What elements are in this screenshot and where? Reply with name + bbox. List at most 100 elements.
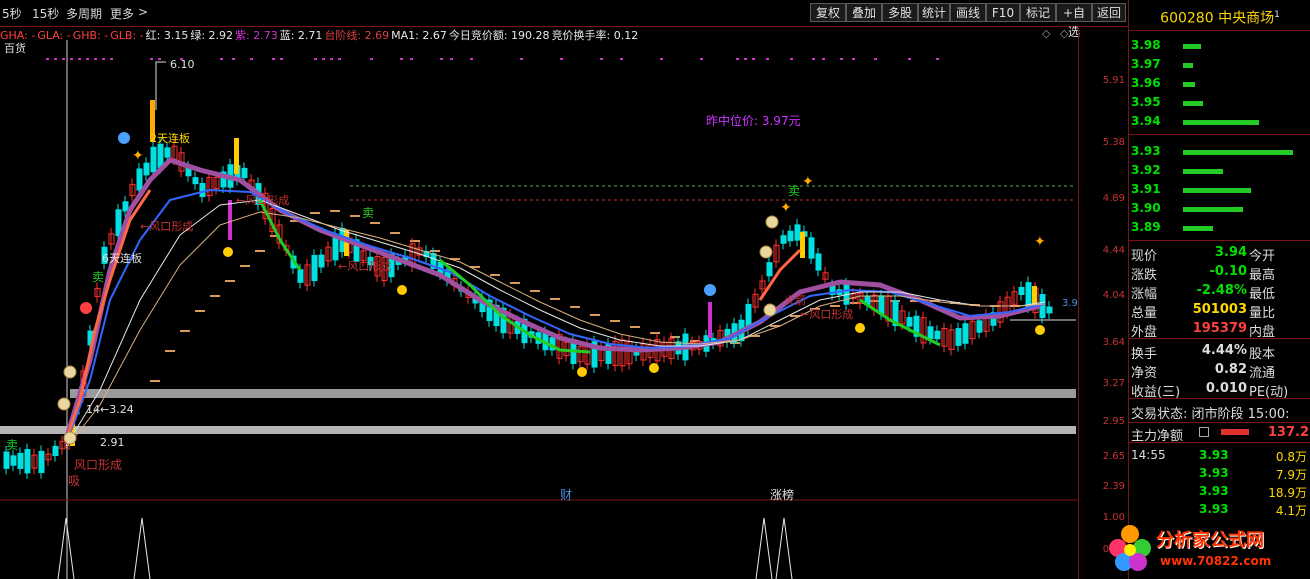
signal-dot [400,58,403,60]
signal-dot [700,58,703,60]
step-line-segment [610,320,620,322]
candle-body [10,455,17,466]
quote-info-label: 收益(三) [1131,385,1181,400]
signal-dot [62,58,65,60]
signal-dot [94,58,97,60]
candle-body [192,177,199,185]
quote-info-label: 涨跌 [1131,268,1158,283]
signal-dot [78,58,81,60]
candle-body [1018,286,1025,296]
step-line-segment [180,330,190,332]
signal-dot [736,58,739,60]
back-button[interactable]: 返回 [1092,3,1126,22]
orderbook-volume-bar [1183,44,1201,49]
step-line-segment [210,295,220,297]
step-line-segment [430,250,440,252]
candle-body [927,326,934,340]
orderbook-price: 3.95 [1131,95,1161,109]
runner-icon: ✦ [1034,234,1046,250]
sell-label-1: 卖 [6,438,19,452]
orderbook-volume-bar [1183,207,1243,212]
signal-dot [852,58,855,60]
signal-dot [812,58,815,60]
candle-body [311,254,318,282]
buy-point-icon [649,363,659,373]
candle-body [297,269,304,283]
orderbook-price: 3.94 [1131,114,1161,128]
wind-label-1: ←风口形成 [140,220,194,233]
signal-dot [314,58,317,60]
runner-icon: ✦ [802,174,814,190]
quote-info-value: 0.82 [1214,362,1247,377]
candle-body [157,143,164,169]
quote-info-label: 净资 [1131,366,1158,381]
signal-dot [840,58,843,60]
wind-label-3: ←风口形成 [338,260,392,273]
signal-dot [370,58,373,60]
candle-body [808,237,815,259]
price-axis-label: 2.95 [1102,416,1125,427]
price-axis-label: 4.89 [1102,193,1125,204]
step-line-segment [255,250,265,252]
support-band-upper [70,389,1076,398]
list-icon[interactable] [1199,427,1209,437]
step-line-segment [590,314,600,316]
money-bag-icon [765,215,779,229]
candle-body [1039,293,1046,319]
tick-price: 3.93 [1199,484,1229,498]
finance-marker[interactable]: 财 [560,486,572,503]
signal-dot [54,58,57,60]
quote-info-label-right: 内盘 [1249,325,1276,340]
money-bag-icon [57,397,71,411]
candle-body [1046,306,1053,314]
candle-body [24,449,31,474]
price-axis-label: 5.91 [1102,75,1125,86]
tick-volume: 7.9万 [1275,468,1307,482]
buy-point-icon [1035,325,1045,335]
main-flow-label[interactable]: 主力净额 [1131,425,1183,444]
signal-dot [110,58,113,60]
quote-info-value: -0.10 [1209,264,1247,279]
buy-point-icon [397,285,407,295]
prev-mid-price-label: 昨中位价: 3.97元 [706,114,801,128]
limit-up-rank-marker[interactable]: 涨榜 [770,486,794,503]
signal-ball-icon [704,284,716,296]
candle-body [780,235,787,244]
right-price-tag: 3.9 [1062,298,1078,309]
quote-separator [1129,134,1310,135]
signal-dot [150,58,153,60]
tick-price: 3.93 [1199,448,1229,462]
signal-dot [620,58,623,60]
signal-dot [272,58,275,60]
signal-dot [410,58,413,60]
wind-label-bottom: 风口形成 [74,458,123,472]
price-axis: 5.91 5.38 4.89 4.44 4.04 3.64 3.27 2.95 2.65 2.39… [1078,26,1129,579]
money-bag-icon [763,303,777,317]
flower-logo-icon [1109,525,1151,571]
orderbook-volume-bar [1183,188,1251,193]
money-bag-icon [63,365,77,379]
candle-body [976,320,983,333]
signal-dot [220,58,223,60]
signal-dot [470,58,473,60]
candle-body [199,182,206,198]
candle-body [3,451,10,469]
price-axis-label: 2.65 [1102,451,1125,462]
quote-separator [1129,422,1310,423]
buy-point-icon [577,367,587,377]
quote-info-label-right: PE(动) [1249,385,1289,400]
quote-panel: 600280 中央商场1 3.98 3.97 3.96 3.95 3.94 3.93 3.9… [1128,0,1310,579]
quote-info-label: 外盘 [1131,325,1158,340]
candle-body [52,445,59,457]
tick-price: 3.93 [1199,466,1229,480]
special-candle [708,302,712,338]
orderbook-price: 3.89 [1131,220,1161,234]
watermark-url: www.70822.com [1160,554,1272,568]
kline-chart[interactable]: ✦ ✦ ✦ ✦ [0,0,1078,579]
orderbook-volume-bar [1183,101,1203,106]
step-line-segment [240,265,250,267]
signal-dot [70,58,73,60]
absorb-label: 吸 [68,474,81,488]
watermark-title: 分析家公式网 [1156,530,1264,551]
candle-body [1025,282,1032,308]
